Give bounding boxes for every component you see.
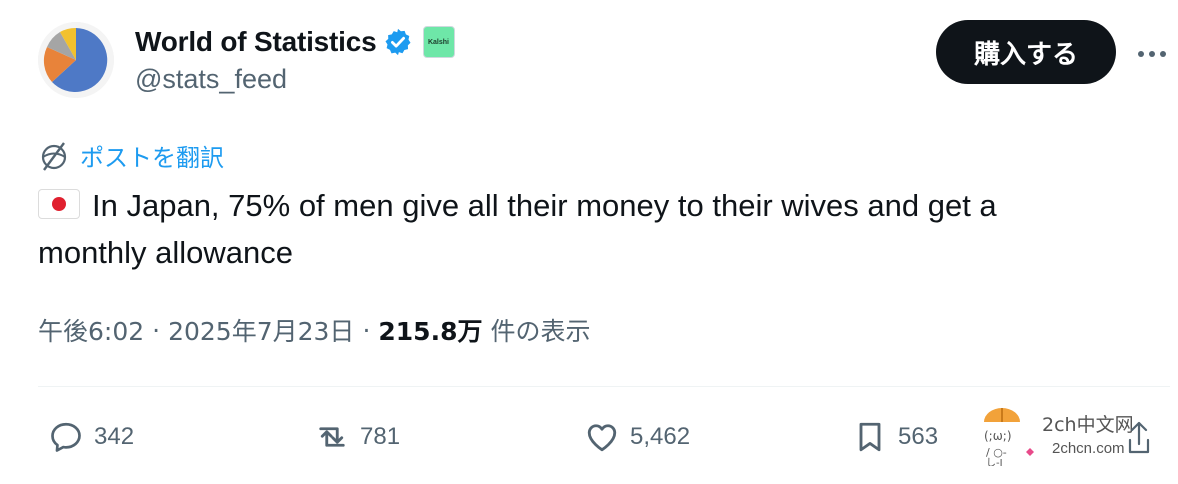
watermark-mascot-icon: (;ω;) / ○- し-J bbox=[984, 408, 1034, 469]
watermark-logo: (;ω;) / ○- し-J 2ch中文网 2chcn.com bbox=[980, 404, 1150, 470]
japan-flag-icon bbox=[38, 189, 80, 219]
views-label: 件の表示 bbox=[490, 317, 591, 346]
repost-count: 781 bbox=[360, 423, 401, 450]
avatar[interactable] bbox=[38, 22, 114, 98]
translate-link[interactable]: ポストを翻訳 bbox=[38, 138, 224, 173]
tweet-text-line2: monthly allowance bbox=[38, 235, 294, 270]
pie-chart-avatar-icon bbox=[38, 22, 114, 98]
repost-icon bbox=[319, 427, 345, 447]
affiliate-badge[interactable]: Kalshi bbox=[422, 26, 455, 58]
svg-text:(;ω;): (;ω;) bbox=[984, 429, 1012, 443]
user-handle[interactable]: @stats_feed bbox=[135, 64, 455, 95]
display-name[interactable]: World of Statistics bbox=[135, 26, 377, 58]
post-header: World of Statistics Kalshi @stats_feed 購… bbox=[38, 20, 1170, 102]
bookmark-button[interactable]: 563 bbox=[852, 408, 938, 466]
bookmark-count: 563 bbox=[898, 423, 939, 450]
view-count: 215.8万 bbox=[378, 317, 483, 346]
buy-button[interactable]: 購入する bbox=[936, 20, 1116, 84]
more-horizontal-icon[interactable] bbox=[1134, 36, 1170, 72]
meta-separator: · bbox=[152, 315, 161, 345]
post-meta: 午後6:02 · 2025年7月23日 · 215.8万 件の表示 bbox=[38, 312, 590, 348]
svg-text:し-J: し-J bbox=[986, 457, 1003, 466]
divider bbox=[38, 386, 1170, 387]
repost-button[interactable]: 781 bbox=[314, 408, 400, 466]
like-button[interactable]: 5,462 bbox=[584, 408, 690, 466]
reply-button[interactable]: 342 bbox=[48, 408, 134, 466]
post-date[interactable]: 2025年7月23日 bbox=[168, 312, 354, 348]
verified-badge-icon[interactable] bbox=[383, 27, 413, 57]
share-icon[interactable] bbox=[1128, 420, 1150, 454]
heart-icon bbox=[587, 424, 617, 452]
meta-separator: · bbox=[362, 315, 371, 345]
like-count: 5,462 bbox=[630, 423, 691, 450]
author-info: World of Statistics Kalshi @stats_feed bbox=[135, 24, 455, 95]
reply-icon bbox=[51, 422, 81, 452]
post-time[interactable]: 午後6:02 bbox=[38, 312, 144, 348]
translate-label[interactable]: ポストを翻訳 bbox=[80, 138, 224, 173]
tweet-text: In Japan, 75% of men give all their mone… bbox=[38, 182, 1138, 276]
tweet-text-line1: In Japan, 75% of men give all their mone… bbox=[92, 188, 997, 223]
translate-globe-icon bbox=[41, 141, 67, 171]
bookmark-icon bbox=[859, 422, 881, 452]
watermark-line2: 2chcn.com bbox=[1052, 440, 1125, 457]
watermark-line1: 2ch中文网 bbox=[1042, 414, 1134, 436]
reply-count: 342 bbox=[94, 423, 135, 450]
